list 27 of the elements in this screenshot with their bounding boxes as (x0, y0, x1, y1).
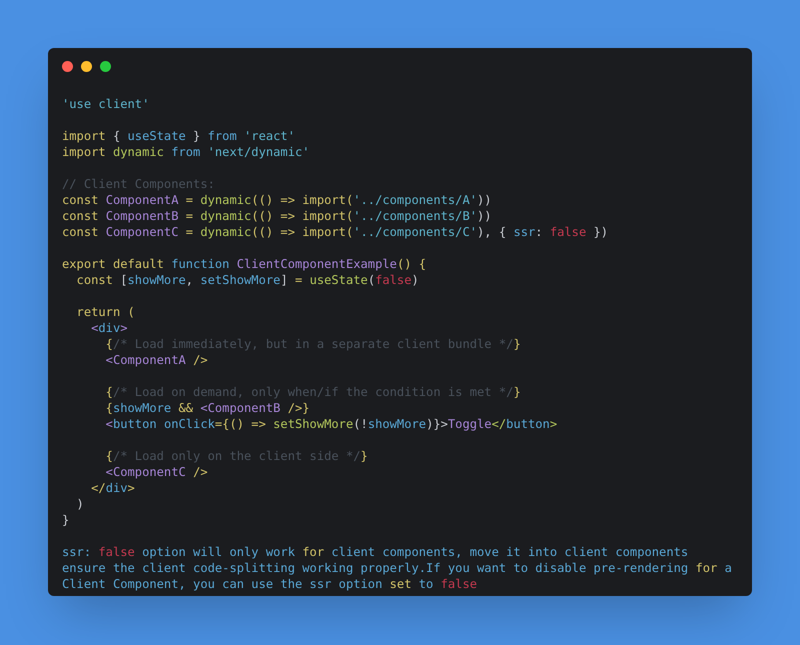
code-line: ) (76, 496, 84, 512)
code-line: <ComponentC /> (104, 464, 208, 480)
window-control-button[interactable] (100, 61, 111, 72)
code-line: <ComponentA /> (104, 352, 208, 368)
code-line: const ComponentA = dynamic(() => import('../components/A')) (62, 192, 492, 208)
window-control-button[interactable] (81, 61, 92, 72)
code-line: import dynamic from 'next/dynamic' (62, 144, 310, 160)
code-line: 'use client' (62, 96, 150, 112)
code-line: const ComponentC = dynamic(() => import('../components/C'), { ssr: false }) (62, 224, 608, 240)
code-line: const ComponentB = dynamic(() => import('../components/B')) (62, 208, 492, 224)
code-line: {showMore && <ComponentB />} (104, 400, 310, 416)
code-line: {/* Load only on the client side */} (104, 448, 368, 464)
code-line: {/* Load immediately, but in a separate client bundle */} (104, 336, 521, 352)
code-line: } (62, 512, 70, 528)
code-line: <button onClick={() => setShowMore(!showMore)}>Toggle</button> (104, 416, 558, 432)
code-line: <div> (90, 320, 128, 336)
note-line: ensure the client code-splitting working properly.If you want to disable pre-rendering for a (62, 560, 732, 576)
code-line: export default function ClientComponentExample() { (62, 256, 426, 272)
note-line: Client Component, you can use the ssr option set to false (62, 576, 478, 592)
window-control-button[interactable] (62, 61, 73, 72)
note-line: ssr: false option will only work for client components, move it into client components (62, 544, 688, 560)
code-line: // Client Components: (62, 176, 215, 192)
code-line: </div> (90, 480, 135, 496)
code-line: const [showMore, setShowMore] = useState(false) (76, 272, 419, 288)
code-line: return ( (76, 304, 135, 320)
code-line: import { useState } from 'react' (62, 128, 295, 144)
code-line: {/* Load on demand, only when/if the condition is met */} (104, 384, 521, 400)
